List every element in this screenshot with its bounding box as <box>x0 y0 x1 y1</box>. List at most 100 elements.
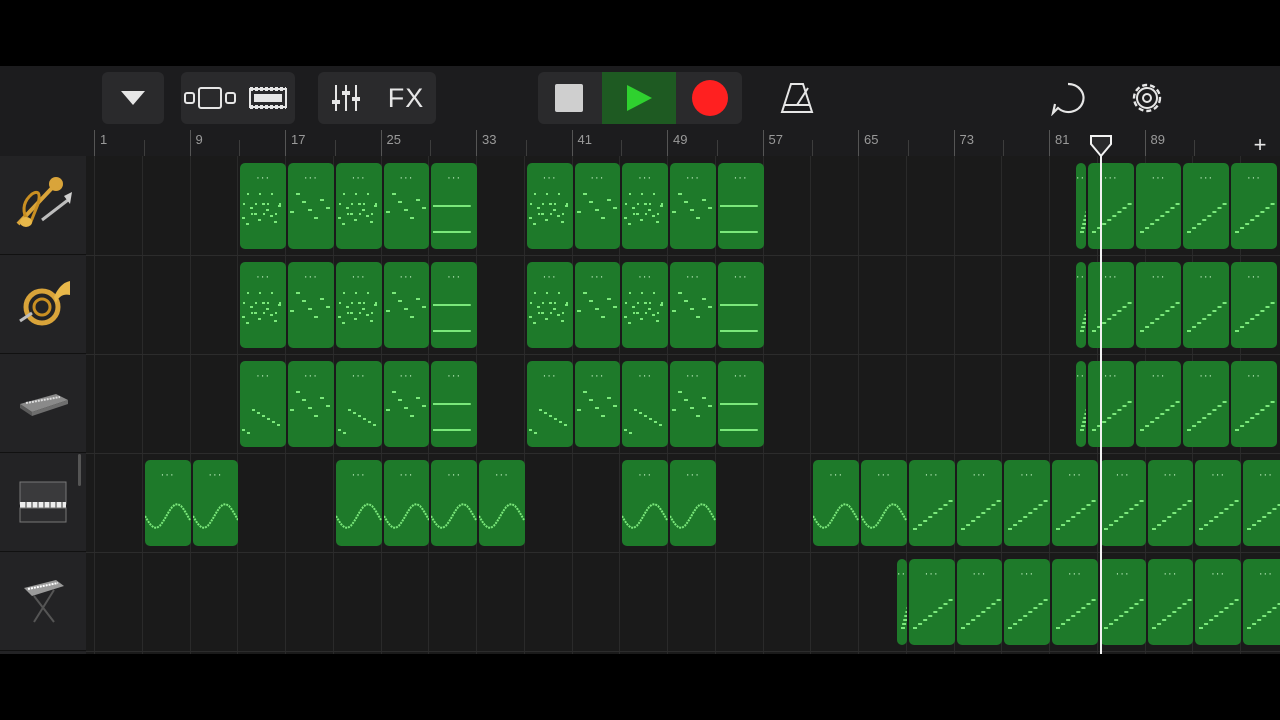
midi-region[interactable]: ··· <box>1075 262 1086 348</box>
midi-region[interactable]: ··· <box>288 163 334 249</box>
midi-region[interactable]: ··· <box>192 460 239 546</box>
ruler-tick <box>762 130 764 156</box>
midi-region[interactable]: ··· <box>1231 361 1277 447</box>
midi-region[interactable]: ··· <box>956 460 1003 546</box>
midi-region[interactable]: ··· <box>717 163 764 249</box>
midi-region[interactable]: ··· <box>670 361 716 447</box>
midi-region[interactable]: ··· <box>383 361 430 447</box>
midi-region[interactable]: ··· <box>1099 559 1146 645</box>
loop-browser-button[interactable] <box>1040 72 1096 124</box>
playhead[interactable] <box>1100 156 1102 654</box>
region-label: ··· <box>399 172 414 184</box>
region-label: ··· <box>160 469 175 481</box>
midi-region[interactable]: ··· <box>526 361 573 447</box>
midi-region[interactable]: ··· <box>431 262 477 348</box>
track-header-synth[interactable] <box>0 552 86 651</box>
mixer-button[interactable] <box>318 72 374 124</box>
midi-region[interactable]: ··· <box>1183 361 1230 447</box>
midi-region[interactable]: ··· <box>1147 460 1194 546</box>
midi-region[interactable]: ··· <box>479 460 525 546</box>
midi-region[interactable]: ··· <box>1087 262 1134 348</box>
midi-region[interactable]: ··· <box>574 163 621 249</box>
midi-region[interactable]: ··· <box>335 460 382 546</box>
ruler-tick <box>1144 130 1146 156</box>
midi-region[interactable]: ··· <box>1004 460 1050 546</box>
midi-region[interactable]: ··· <box>1195 559 1241 645</box>
metronome-button[interactable] <box>770 72 824 124</box>
record-button[interactable] <box>678 72 742 124</box>
midi-region[interactable]: ··· <box>240 361 286 447</box>
midi-region[interactable]: ··· <box>1135 163 1182 249</box>
midi-region[interactable]: ··· <box>622 460 668 546</box>
midi-region[interactable]: ··· <box>717 262 764 348</box>
midi-region[interactable]: ··· <box>622 361 668 447</box>
midi-region[interactable]: ··· <box>670 262 716 348</box>
midi-region[interactable]: ··· <box>1243 460 1280 546</box>
midi-notes <box>622 503 668 529</box>
midi-region[interactable]: ··· <box>1075 361 1086 447</box>
midi-region[interactable]: ··· <box>335 163 382 249</box>
midi-region[interactable]: ··· <box>813 460 859 546</box>
midi-region[interactable]: ··· <box>717 361 764 447</box>
tracks-button[interactable] <box>241 72 295 124</box>
stop-button[interactable] <box>538 72 600 124</box>
midi-region[interactable]: ··· <box>431 460 477 546</box>
track-header-piano[interactable] <box>0 453 86 552</box>
midi-region[interactable]: ··· <box>1087 163 1134 249</box>
midi-region[interactable]: ··· <box>1183 163 1230 249</box>
midi-region[interactable]: ··· <box>1135 361 1182 447</box>
midi-region[interactable]: ··· <box>1052 559 1098 645</box>
midi-region[interactable]: ··· <box>1243 559 1280 645</box>
midi-region[interactable]: ··· <box>1231 163 1277 249</box>
midi-region[interactable]: ··· <box>1052 460 1098 546</box>
track-header-french-horn[interactable] <box>0 255 86 354</box>
midi-region[interactable]: ··· <box>622 262 668 348</box>
midi-region[interactable]: ··· <box>1087 361 1134 447</box>
midi-region[interactable]: ··· <box>240 262 286 348</box>
midi-region[interactable]: ··· <box>526 163 573 249</box>
midi-region[interactable]: ··· <box>574 361 621 447</box>
midi-region[interactable]: ··· <box>383 460 430 546</box>
midi-notes <box>1151 599 1192 629</box>
midi-region[interactable]: ··· <box>956 559 1003 645</box>
midi-region[interactable]: ··· <box>896 559 907 645</box>
midi-region[interactable]: ··· <box>670 163 716 249</box>
midi-region[interactable]: ··· <box>1195 460 1241 546</box>
midi-region[interactable]: ··· <box>383 262 430 348</box>
midi-region[interactable]: ··· <box>335 262 382 348</box>
midi-region[interactable]: ··· <box>240 163 286 249</box>
track-header-brass[interactable] <box>0 156 86 255</box>
midi-region[interactable]: ··· <box>288 262 334 348</box>
midi-region[interactable]: ··· <box>144 460 191 546</box>
tracks-view-button[interactable] <box>102 72 164 124</box>
midi-region[interactable]: ··· <box>1135 262 1182 348</box>
midi-region[interactable]: ··· <box>1004 559 1050 645</box>
midi-region[interactable]: ··· <box>288 361 334 447</box>
midi-region[interactable]: ··· <box>622 163 668 249</box>
region-label: ··· <box>1246 172 1261 184</box>
midi-region[interactable]: ··· <box>574 262 621 348</box>
midi-region[interactable]: ··· <box>861 460 907 546</box>
midi-region[interactable]: ··· <box>908 559 955 645</box>
midi-region[interactable]: ··· <box>335 361 382 447</box>
midi-region[interactable]: ··· <box>383 163 430 249</box>
midi-region[interactable]: ··· <box>431 163 477 249</box>
midi-region[interactable]: ··· <box>1231 262 1277 348</box>
add-section-button[interactable]: + <box>1246 132 1274 158</box>
midi-region[interactable]: ··· <box>526 262 573 348</box>
midi-region[interactable]: ··· <box>670 460 716 546</box>
track-header-keyboard-module[interactable] <box>0 354 86 453</box>
playhead-handle-icon[interactable] <box>1089 134 1113 158</box>
settings-button[interactable] <box>1120 72 1174 124</box>
midi-notes <box>1247 603 1280 629</box>
browser-button[interactable] <box>181 72 239 124</box>
midi-region[interactable]: ··· <box>1099 460 1146 546</box>
fx-button[interactable]: FX <box>376 72 436 124</box>
midi-region[interactable]: ··· <box>431 361 477 447</box>
track-scroll-indicator[interactable] <box>78 454 81 486</box>
play-button[interactable] <box>602 72 676 124</box>
midi-region[interactable]: ··· <box>1147 559 1194 645</box>
midi-region[interactable]: ··· <box>1183 262 1230 348</box>
midi-region[interactable]: ··· <box>908 460 955 546</box>
midi-region[interactable]: ··· <box>1075 163 1086 249</box>
